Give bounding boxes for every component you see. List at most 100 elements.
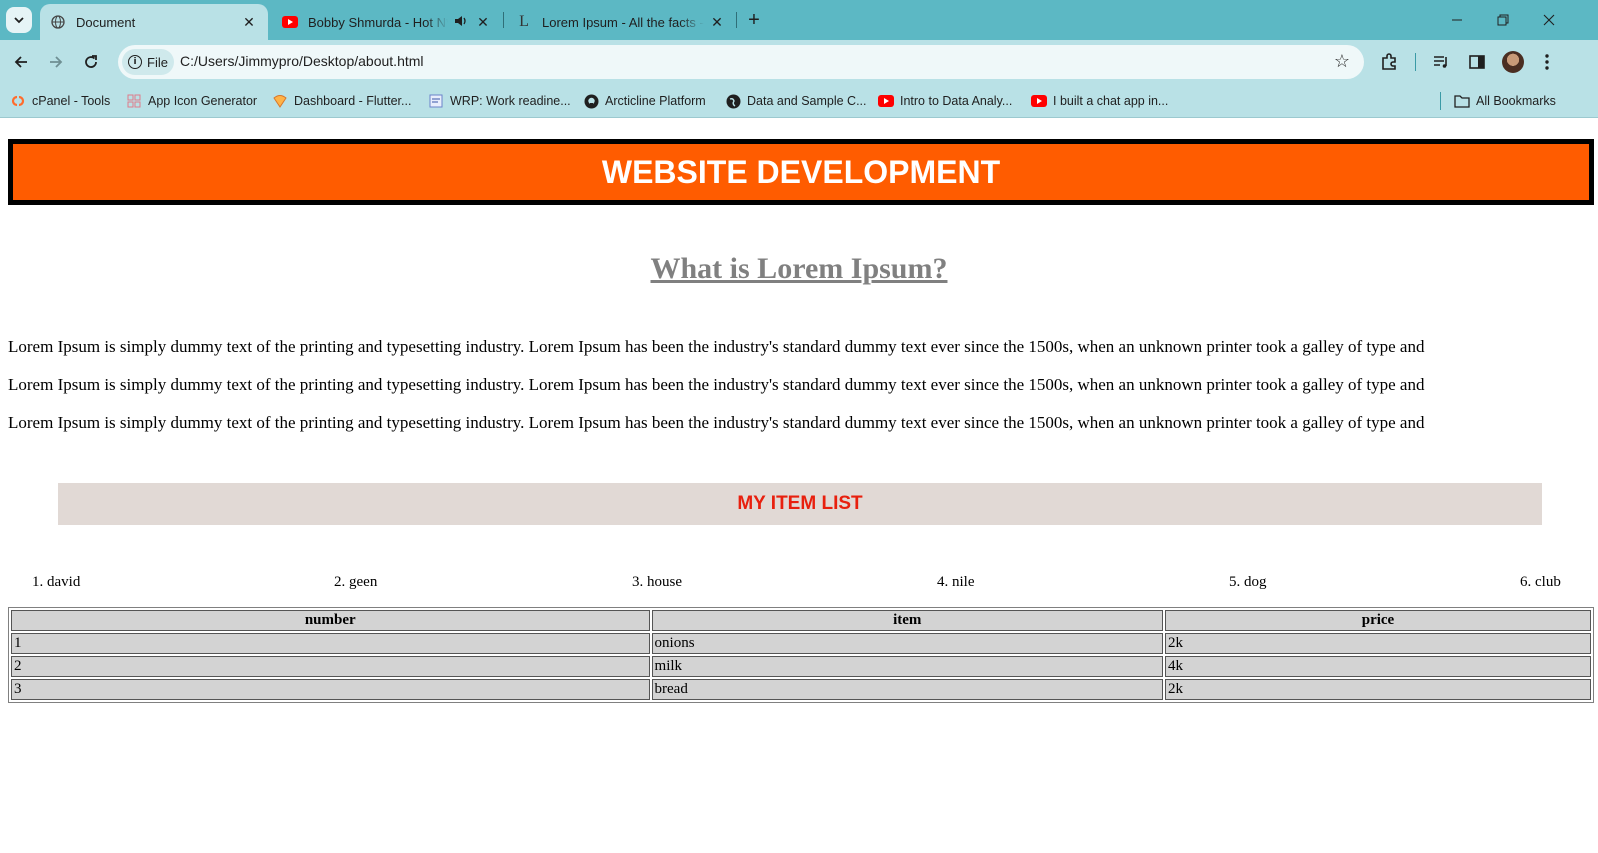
list-item: 5. dog (1229, 574, 1267, 590)
app-icon-generator-icon (126, 93, 142, 109)
bookmark-cpanel[interactable]: cPanel - Tools (10, 92, 110, 110)
side-panel-button[interactable] (1464, 49, 1490, 75)
three-dots-vertical-icon (1545, 54, 1549, 70)
bookmark-label: cPanel - Tools (32, 94, 111, 108)
globe-icon (50, 14, 66, 30)
bookmark-wrp[interactable]: WRP: Work readine... (428, 92, 571, 110)
close-window-button[interactable] (1526, 0, 1572, 40)
site-info-chip[interactable]: i File (122, 49, 174, 75)
column-header-price: price (1164, 610, 1591, 631)
reload-icon (85, 55, 97, 68)
table-cell: milk (651, 656, 1163, 677)
browser-toolbar: i File C:/Users/Jimmypro/Desktop/about.h… (0, 40, 1598, 84)
back-button[interactable] (8, 49, 34, 75)
wrp-icon (428, 93, 444, 109)
youtube-icon (878, 93, 894, 109)
github-icon (583, 93, 599, 109)
profile-avatar[interactable] (1502, 51, 1524, 73)
table-header-row: number item price (11, 610, 1591, 631)
table-cell: 3 (11, 679, 650, 700)
url-text[interactable]: C:/Users/Jimmypro/Desktop/about.html (180, 53, 424, 69)
bookmark-label: I built a chat app in... (1053, 94, 1169, 108)
menu-button[interactable] (1534, 49, 1560, 75)
site-banner: WEBSITE DEVELOPMENT (8, 139, 1594, 205)
side-panel-icon (1469, 55, 1485, 69)
tab-lipsum[interactable]: L Lorem Ipsum - All the facts - Lipsum ✕ (506, 4, 736, 40)
bookmark-label: WRP: Work readine... (450, 94, 571, 108)
bookmark-label: Intro to Data Analy... (900, 94, 1013, 108)
bookmark-chat-app[interactable]: I built a chat app in... (1031, 92, 1168, 110)
minimize-button[interactable] (1434, 0, 1480, 40)
column-header-item: item (651, 610, 1163, 631)
reload-button[interactable] (78, 49, 104, 75)
bookmarks-bar: cPanel - Tools App Icon Generator Dashbo… (0, 84, 1598, 118)
flutter-dashboard-icon (272, 93, 288, 109)
bookmark-intro-data[interactable]: Intro to Data Analy... (878, 92, 1012, 110)
list-item: 6. club (1520, 574, 1561, 590)
puzzle-icon (1382, 53, 1396, 70)
tab-title: Document (76, 14, 136, 30)
table-cell: 4k (1164, 656, 1591, 677)
paragraph: Lorem Ipsum is simply dummy text of the … (8, 413, 1425, 432)
folder-icon (1454, 93, 1470, 109)
new-tab-button[interactable]: + (742, 8, 766, 32)
tab-strip: Document ✕ Bobby Shmurda - Hot N*gga ✕ L… (0, 0, 1598, 40)
bookmark-arcticline[interactable]: Arcticline Platform (583, 92, 706, 110)
paragraph: Lorem Ipsum is simply dummy text of the … (8, 375, 1425, 394)
youtube-icon (1031, 93, 1047, 109)
bookmark-label: Arcticline Platform (605, 94, 706, 108)
close-tab-icon[interactable]: ✕ (240, 13, 258, 31)
close-tab-icon[interactable]: ✕ (474, 13, 492, 31)
page-content: WEBSITE DEVELOPMENT What is Lorem Ipsum?… (0, 119, 1598, 853)
column-header-number: number (11, 610, 650, 631)
bookmark-label: App Icon Generator (148, 94, 258, 108)
bookmark-flutter-dashboard[interactable]: Dashboard - Flutter... (272, 92, 411, 110)
bookmark-star-icon[interactable]: ☆ (1334, 51, 1350, 72)
banner-title: WEBSITE DEVELOPMENT (601, 153, 1001, 190)
item-list-banner: MY ITEM LIST (58, 483, 1542, 525)
info-icon: i (128, 55, 142, 69)
price-table: number item price 1 onions 2k 2 milk 4k … (8, 607, 1594, 703)
table-row: 1 onions 2k (11, 633, 1591, 654)
forward-button[interactable] (43, 49, 69, 75)
bookmark-label: Data and Sample C... (747, 94, 867, 108)
list-item: 2. geen (334, 574, 378, 590)
tab-search-button[interactable] (6, 7, 32, 33)
bookmark-app-icon-generator[interactable]: App Icon Generator (126, 92, 257, 110)
bookmarks-separator (1440, 92, 1441, 110)
table-cell: 1 (11, 633, 650, 654)
lipsum-icon: L (519, 13, 529, 30)
cpanel-icon (10, 93, 26, 109)
tab-document[interactable]: Document ✕ (40, 4, 268, 40)
table-cell: onions (651, 633, 1163, 654)
audio-playing-icon[interactable] (454, 14, 468, 31)
bookmark-data-sample[interactable]: Data and Sample C... (725, 92, 867, 110)
table-cell: 2 (11, 656, 650, 677)
restore-button[interactable] (1480, 0, 1526, 40)
close-tab-icon[interactable]: ✕ (708, 13, 726, 31)
toolbar-separator (1415, 53, 1416, 71)
extensions-button[interactable] (1376, 49, 1402, 75)
item-list-title: MY ITEM LIST (737, 493, 863, 514)
all-bookmarks-button[interactable]: All Bookmarks (1454, 92, 1556, 110)
list-item: 3. house (632, 574, 682, 590)
tab-separator (503, 12, 504, 28)
table-row: 2 milk 4k (11, 656, 1591, 677)
globe-icon (725, 93, 741, 109)
youtube-icon (282, 14, 298, 30)
arrow-left-icon (14, 56, 27, 68)
tab-separator (736, 12, 737, 28)
bookmark-label: All Bookmarks (1476, 94, 1556, 108)
tab-youtube[interactable]: Bobby Shmurda - Hot N*gga ✕ (272, 4, 502, 40)
list-item: 1. david (32, 574, 81, 590)
media-controls-button[interactable] (1428, 49, 1454, 75)
paragraph: Lorem Ipsum is simply dummy text of the … (8, 337, 1425, 356)
tab-title: Bobby Shmurda - Hot N*gga (308, 14, 448, 30)
table-cell: 2k (1164, 633, 1591, 654)
arrow-right-icon (50, 56, 63, 68)
tab-title: Lorem Ipsum - All the facts - Lipsum (542, 14, 704, 30)
close-icon (1543, 14, 1555, 26)
page-heading: What is Lorem Ipsum? (650, 252, 948, 285)
address-bar[interactable]: i File C:/Users/Jimmypro/Desktop/about.h… (118, 45, 1364, 79)
table-cell: bread (651, 679, 1163, 700)
